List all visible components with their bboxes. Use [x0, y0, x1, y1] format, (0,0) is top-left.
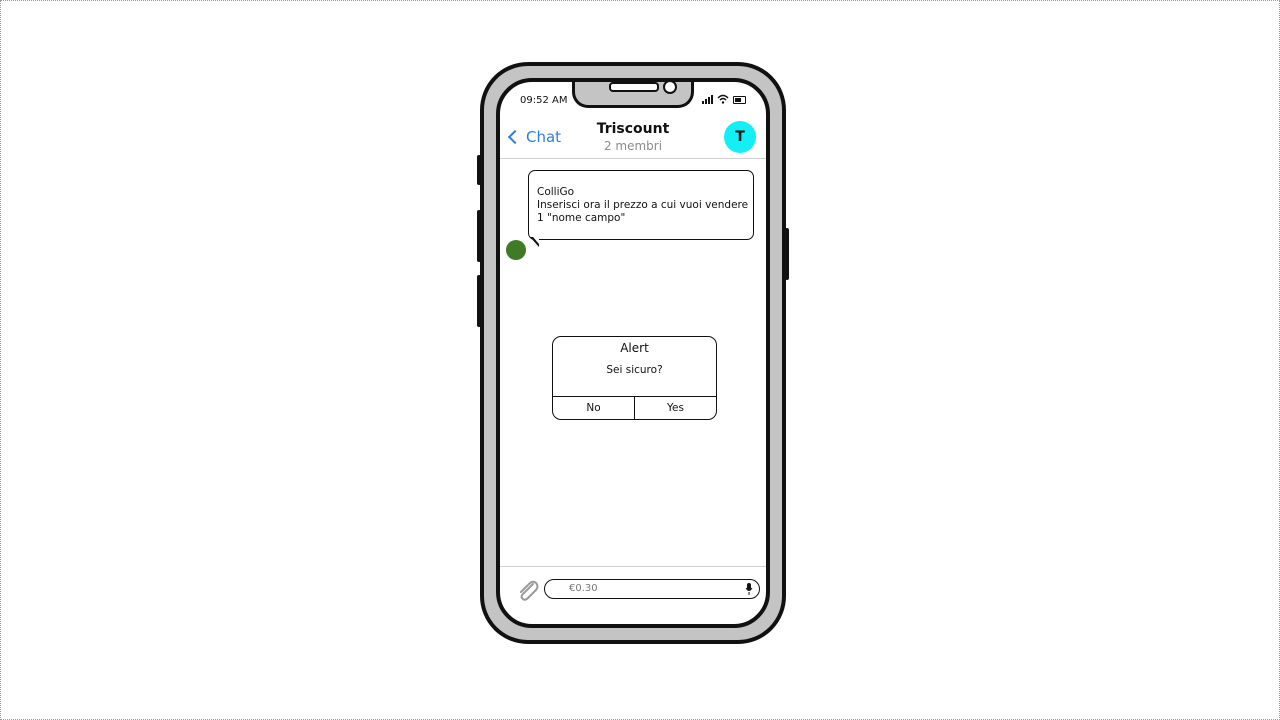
microphone-icon[interactable] [745, 583, 753, 595]
message-input-value: €0.30 [569, 583, 598, 594]
alert-message: Sei sicuro? [606, 364, 663, 376]
chat-header: Chat Triscount 2 membri T [500, 118, 766, 159]
bubble-tail-fill [533, 237, 539, 244]
alert-dialog: Alert Sei sicuro? No Yes [552, 336, 717, 420]
speaker-grille [609, 82, 659, 92]
side-button-power [785, 228, 789, 280]
message-bubble: ColliGo Inserisci ora il prezzo a cui vu… [528, 170, 754, 240]
message-sender: ColliGo [537, 186, 575, 198]
wifi-icon [717, 94, 729, 104]
group-avatar[interactable]: T [724, 121, 756, 153]
battery-icon [733, 96, 746, 104]
side-button-volume-up [477, 210, 481, 262]
alert-yes-button[interactable]: Yes [634, 397, 716, 419]
paperclip-icon[interactable] [514, 577, 542, 605]
phone-screen: 09:52 AM Chat Triscount 2 membri T Colli… [496, 78, 770, 628]
notch [572, 82, 694, 108]
message-text-line: 1 "nome campo" [537, 212, 626, 224]
alert-no-button[interactable]: No [553, 397, 634, 419]
front-camera [663, 82, 677, 94]
status-icons [702, 94, 746, 104]
message-input[interactable]: €0.30 [544, 579, 760, 599]
signal-icon [702, 95, 713, 104]
side-button-mute [477, 155, 481, 185]
message-text-line: Inserisci ora il prezzo a cui vuoi vende… [537, 199, 749, 211]
alert-title: Alert [620, 341, 649, 355]
composer-bar: €0.30 [500, 566, 766, 624]
side-button-volume-down [477, 275, 481, 327]
status-time: 09:52 AM [520, 95, 568, 106]
sender-avatar [506, 240, 526, 260]
alert-button-row: No Yes [553, 396, 716, 419]
